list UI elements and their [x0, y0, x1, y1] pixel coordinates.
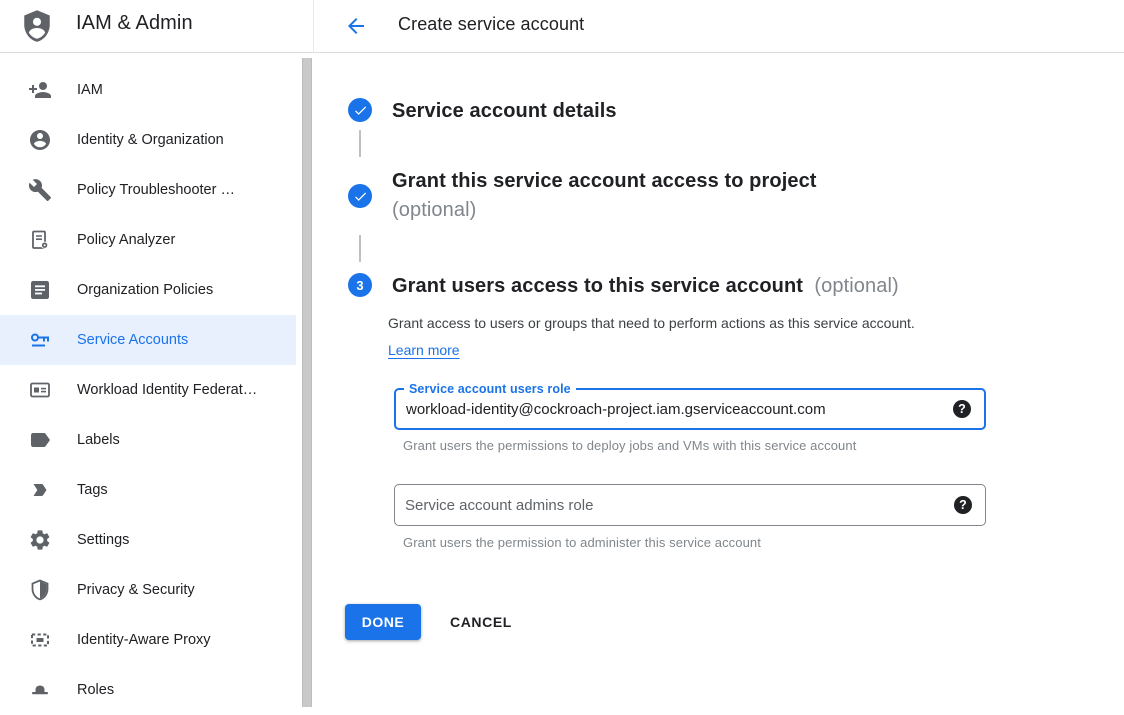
step2-title-text: Grant this service account access to pro…	[392, 167, 897, 196]
help-icon[interactable]	[953, 400, 971, 418]
sidebar-item-identity-aware-proxy[interactable]: Identity-Aware Proxy	[0, 615, 296, 665]
sidebar-item-identity-organization[interactable]: Identity & Organization	[0, 115, 296, 165]
step-connector	[359, 130, 361, 157]
sidebar-item-label: IAM	[77, 82, 103, 98]
sidebar-scrollbar[interactable]	[302, 58, 312, 707]
step-connector	[359, 235, 361, 262]
sidebar-header: IAM & Admin	[0, 0, 314, 53]
main-panel: Create service account Service account d…	[314, 0, 1124, 707]
iam-admin-shield-icon	[19, 8, 55, 44]
help-icon[interactable]	[954, 496, 972, 514]
sidebar-item-label: Roles	[77, 682, 114, 698]
hat-icon	[28, 678, 52, 702]
sidebar-item-label: Workload Identity Federat…	[77, 382, 257, 398]
sidebar-item-label: Identity & Organization	[77, 132, 224, 148]
admins-role-input[interactable]	[405, 485, 935, 525]
step1-check-icon	[348, 98, 372, 122]
sidebar-item-iam[interactable]: IAM	[0, 65, 296, 115]
sidebar-title: IAM & Admin	[76, 12, 193, 35]
sidebar-item-label: Tags	[77, 482, 108, 498]
tag-arrow-icon	[28, 478, 52, 502]
sidebar-item-organization-policies[interactable]: Organization Policies	[0, 265, 296, 315]
back-arrow-icon[interactable]	[342, 12, 370, 40]
policy-analyzer-icon	[28, 228, 52, 252]
sidebar-item-label: Policy Troubleshooter …	[77, 182, 235, 198]
step3-number: 3	[356, 278, 363, 293]
step3-optional-label: (optional)	[809, 275, 899, 297]
sidebar-nav: IAM Identity & Organization Policy Troub…	[0, 53, 296, 715]
sidebar-item-label: Privacy & Security	[77, 582, 195, 598]
sidebar: IAM & Admin IAM Identity & Organization …	[0, 0, 314, 707]
service-account-users-role-field[interactable]: Service account users role	[394, 388, 986, 430]
sidebar-item-policy-troubleshooter[interactable]: Policy Troubleshooter …	[0, 165, 296, 215]
service-account-key-icon	[28, 328, 52, 352]
label-icon	[28, 428, 52, 452]
step3-title-text: Grant users access to this service accou…	[392, 275, 803, 297]
sidebar-item-policy-analyzer[interactable]: Policy Analyzer	[0, 215, 296, 265]
step1-title-text: Service account details	[392, 100, 617, 122]
step2-optional-label: (optional)	[392, 196, 897, 225]
step1-title[interactable]: Service account details	[392, 97, 617, 126]
step2-check-icon	[348, 184, 372, 208]
cancel-button[interactable]: CANCEL	[450, 604, 512, 640]
sidebar-item-label: Policy Analyzer	[77, 232, 175, 248]
sidebar-item-label: Settings	[77, 532, 129, 548]
step2-title[interactable]: Grant this service account access to pro…	[392, 167, 897, 225]
gear-icon	[28, 528, 52, 552]
sidebar-item-settings[interactable]: Settings	[0, 515, 296, 565]
person-add-icon	[28, 78, 52, 102]
users-role-helper-text: Grant users the permissions to deploy jo…	[403, 438, 856, 453]
admins-role-helper-text: Grant users the permission to administer…	[403, 535, 761, 550]
step3-title[interactable]: Grant users access to this service accou…	[392, 272, 1032, 301]
step3-description: Grant access to users or groups that nee…	[388, 310, 953, 364]
users-role-input[interactable]	[406, 390, 936, 428]
document-icon	[28, 278, 52, 302]
create-service-account-form: Service account details Grant this servi…	[314, 53, 1124, 707]
step3-description-text: Grant access to users or groups that nee…	[388, 315, 915, 331]
shield-half-icon	[28, 578, 52, 602]
sidebar-item-workload-identity-federation[interactable]: Workload Identity Federat…	[0, 365, 296, 415]
sidebar-item-label: Labels	[77, 432, 120, 448]
sidebar-item-labels[interactable]: Labels	[0, 415, 296, 465]
proxy-grid-icon	[28, 628, 52, 652]
learn-more-link[interactable]: Learn more	[388, 342, 460, 358]
sidebar-item-service-accounts[interactable]: Service Accounts	[0, 315, 296, 365]
service-account-admins-role-field[interactable]	[394, 484, 986, 526]
sidebar-item-tags[interactable]: Tags	[0, 465, 296, 515]
page-title: Create service account	[398, 14, 584, 35]
sidebar-item-privacy-security[interactable]: Privacy & Security	[0, 565, 296, 615]
main-header: Create service account	[314, 0, 1124, 53]
done-button[interactable]: DONE	[345, 604, 421, 640]
sidebar-item-label: Organization Policies	[77, 282, 213, 298]
wrench-icon	[28, 178, 52, 202]
account-circle-icon	[28, 128, 52, 152]
sidebar-item-roles[interactable]: Roles	[0, 665, 296, 715]
step3-number-badge: 3	[348, 273, 372, 297]
sidebar-item-label: Identity-Aware Proxy	[77, 632, 211, 648]
badge-icon	[28, 378, 52, 402]
sidebar-item-label: Service Accounts	[77, 332, 188, 348]
